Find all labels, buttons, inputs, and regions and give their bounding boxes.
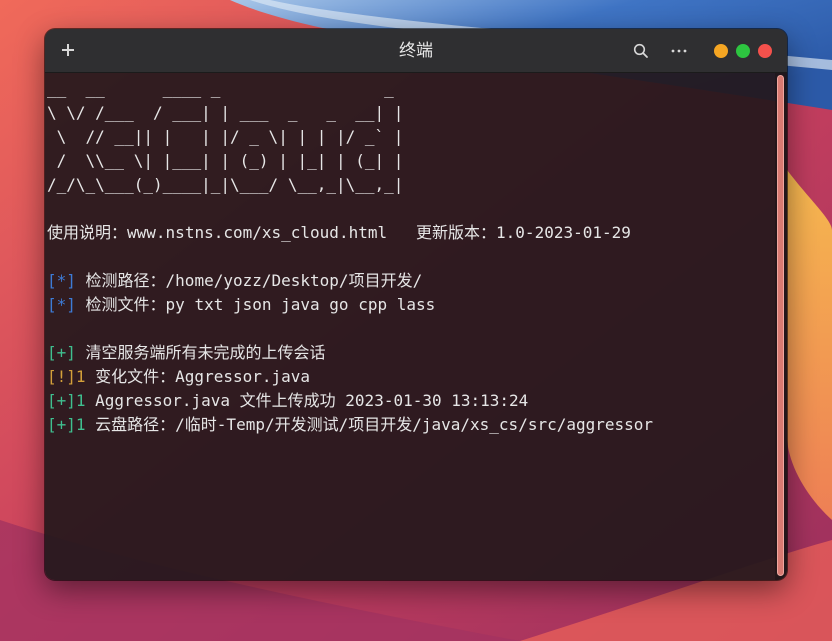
log-prefix: [+]1 (47, 391, 86, 410)
log-text: 云盘路径：/临时-Temp/开发测试/项目开发/java/xs_cs/src/a… (85, 415, 654, 434)
usage-label: 使用说明： (47, 223, 128, 242)
usage-line: 使用说明：www.nstns.com/xs_cloud.html 更新版本：1.… (45, 221, 775, 245)
banner-line: \ \/ /___ / ___| | ___ _ _ __| | (47, 103, 404, 122)
log-text: 检测路径：/home/yozz/Desktop/项目开发/ (75, 271, 423, 290)
log-line: [+] 清空服务端所有未完成的上传会话 (45, 341, 775, 365)
log-text: 变化文件：Aggressor.java (85, 367, 311, 386)
banner-line: \ // __|| | | |/ _ \| | | |/ _` | (47, 127, 404, 146)
more-horizontal-icon[interactable] (667, 41, 691, 61)
scrollbar[interactable] (775, 73, 787, 580)
terminal-window: 终端 __ __ ____ _ _ \ \/ /___ / ___| | ___… (45, 29, 787, 580)
plus-icon[interactable] (57, 39, 79, 61)
minimize-button[interactable] (714, 44, 728, 58)
log-prefix: [+]1 (47, 415, 86, 434)
usage-url: www.nstns.com/xs_cloud.html (127, 223, 388, 242)
search-icon[interactable] (631, 41, 651, 61)
banner-line: /_/\_\___(_)____|_|\___/ \__,_|\__,_| (47, 175, 404, 194)
version-value: 1.0-2023-01-29 (496, 223, 631, 242)
log-line: [+]1 云盘路径：/临时-Temp/开发测试/项目开发/java/xs_cs/… (45, 413, 775, 437)
banner-line: / \\__ \| |___| | (_) | |_| | (_| | (47, 151, 404, 170)
log-text: 检测文件：py txt json java go cpp lass (75, 295, 436, 314)
version-label: 更新版本： (416, 223, 497, 242)
scrollbar-thumb[interactable] (777, 75, 784, 576)
log-line: [*] 检测文件：py txt json java go cpp lass (45, 293, 775, 317)
maximize-button[interactable] (736, 44, 750, 58)
log-prefix: [+] (47, 343, 76, 362)
log-prefix: [*] (47, 295, 76, 314)
log-text: 清空服务端所有未完成的上传会话 (75, 343, 326, 362)
log-line: [!]1 变化文件：Aggressor.java (45, 365, 775, 389)
close-button[interactable] (758, 44, 772, 58)
log-line: [+]1 Aggressor.java 文件上传成功 2023-01-30 13… (45, 389, 775, 413)
terminal-output[interactable]: __ __ ____ _ _ \ \/ /___ / ___| | ___ _ … (45, 73, 775, 580)
log-line: [*] 检测路径：/home/yozz/Desktop/项目开发/ (45, 269, 775, 293)
log-text: Aggressor.java 文件上传成功 2023-01-30 13:13:2… (85, 391, 529, 410)
log-prefix: [*] (47, 271, 76, 290)
banner-line: __ __ ____ _ _ (47, 79, 394, 98)
log-prefix: [!]1 (47, 367, 86, 386)
title-bar: 终端 (45, 29, 787, 73)
